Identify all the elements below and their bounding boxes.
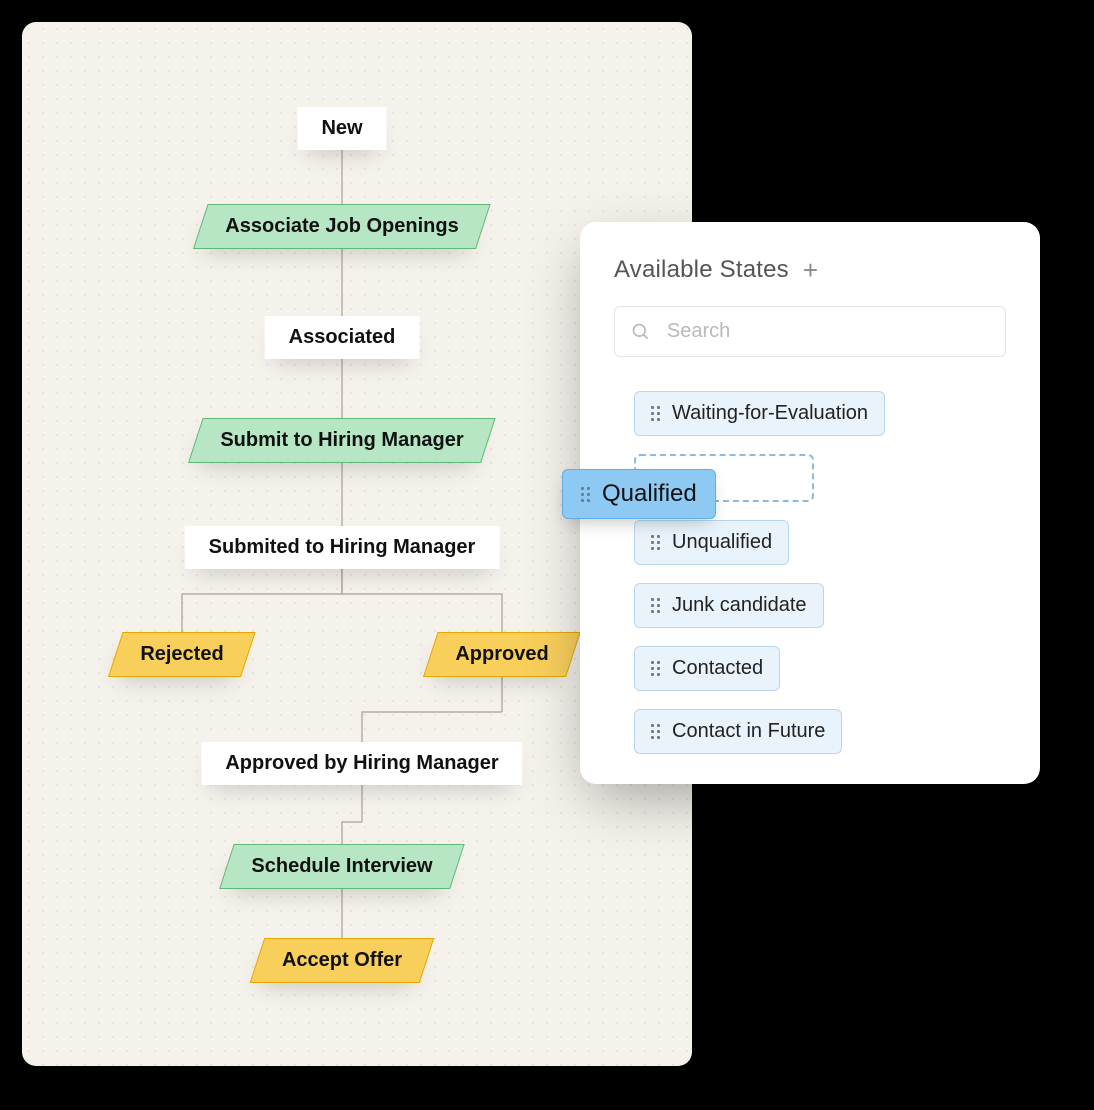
state-list: Waiting-for-Evaluation Unqualified Junk …	[614, 391, 1006, 754]
state-chip-unqualified[interactable]: Unqualified	[634, 520, 789, 565]
state-chip-label: Contacted	[672, 657, 763, 680]
state-new-label: New	[321, 117, 362, 139]
action-label: Schedule Interview	[251, 855, 432, 878]
action-submit-to-hiring-manager[interactable]: Submit to Hiring Manager	[188, 418, 496, 463]
outcome-label: Rejected	[140, 643, 223, 666]
dragging-state-chip[interactable]: Qualified	[562, 469, 716, 519]
action-label: Submit to Hiring Manager	[220, 429, 463, 452]
state-associated[interactable]: Associated	[265, 316, 420, 359]
drag-grip-icon	[581, 487, 590, 502]
state-label: Associated	[289, 326, 396, 348]
state-label: Submited to Hiring Manager	[209, 536, 476, 558]
outcome-label: Accept Offer	[282, 949, 402, 972]
panel-header: Available States +	[614, 256, 1006, 284]
drag-grip-icon	[651, 406, 660, 421]
state-chip-waiting-for-evaluation[interactable]: Waiting-for-Evaluation	[634, 391, 885, 436]
state-chip-junk-candidate[interactable]: Junk candidate	[634, 583, 824, 628]
state-chip-label: Unqualified	[672, 531, 772, 554]
action-label: Associate Job Openings	[225, 215, 458, 238]
add-state-button[interactable]: +	[803, 257, 818, 283]
state-approved-by-hiring-manager[interactable]: Approved by Hiring Manager	[201, 742, 522, 785]
state-submitted-to-hiring-manager[interactable]: Submited to Hiring Manager	[185, 526, 500, 569]
drag-grip-icon	[651, 598, 660, 613]
state-chip-label: Junk candidate	[672, 594, 807, 617]
outcome-accept-offer[interactable]: Accept Offer	[250, 938, 435, 983]
drag-grip-icon	[651, 724, 660, 739]
action-schedule-interview[interactable]: Schedule Interview	[219, 844, 465, 889]
action-associate-job-openings[interactable]: Associate Job Openings	[193, 204, 491, 249]
outcome-label: Approved	[455, 643, 548, 666]
state-chip-contacted[interactable]: Contacted	[634, 646, 780, 691]
state-new[interactable]: New	[297, 107, 386, 150]
drag-grip-icon	[651, 661, 660, 676]
available-states-panel: Available States + Waiting-for-Evaluatio…	[580, 222, 1040, 784]
state-chip-label: Waiting-for-Evaluation	[672, 402, 868, 425]
outcome-approved[interactable]: Approved	[423, 632, 581, 677]
drag-grip-icon	[651, 535, 660, 550]
outcome-rejected[interactable]: Rejected	[108, 632, 256, 677]
search-icon	[631, 321, 651, 343]
state-label: Approved by Hiring Manager	[225, 752, 498, 774]
dragging-chip-label: Qualified	[602, 480, 697, 508]
panel-title: Available States	[614, 256, 789, 284]
search-field[interactable]	[614, 306, 1006, 357]
search-input[interactable]	[665, 319, 989, 344]
state-chip-contact-in-future[interactable]: Contact in Future	[634, 709, 842, 754]
state-chip-label: Contact in Future	[672, 720, 825, 743]
